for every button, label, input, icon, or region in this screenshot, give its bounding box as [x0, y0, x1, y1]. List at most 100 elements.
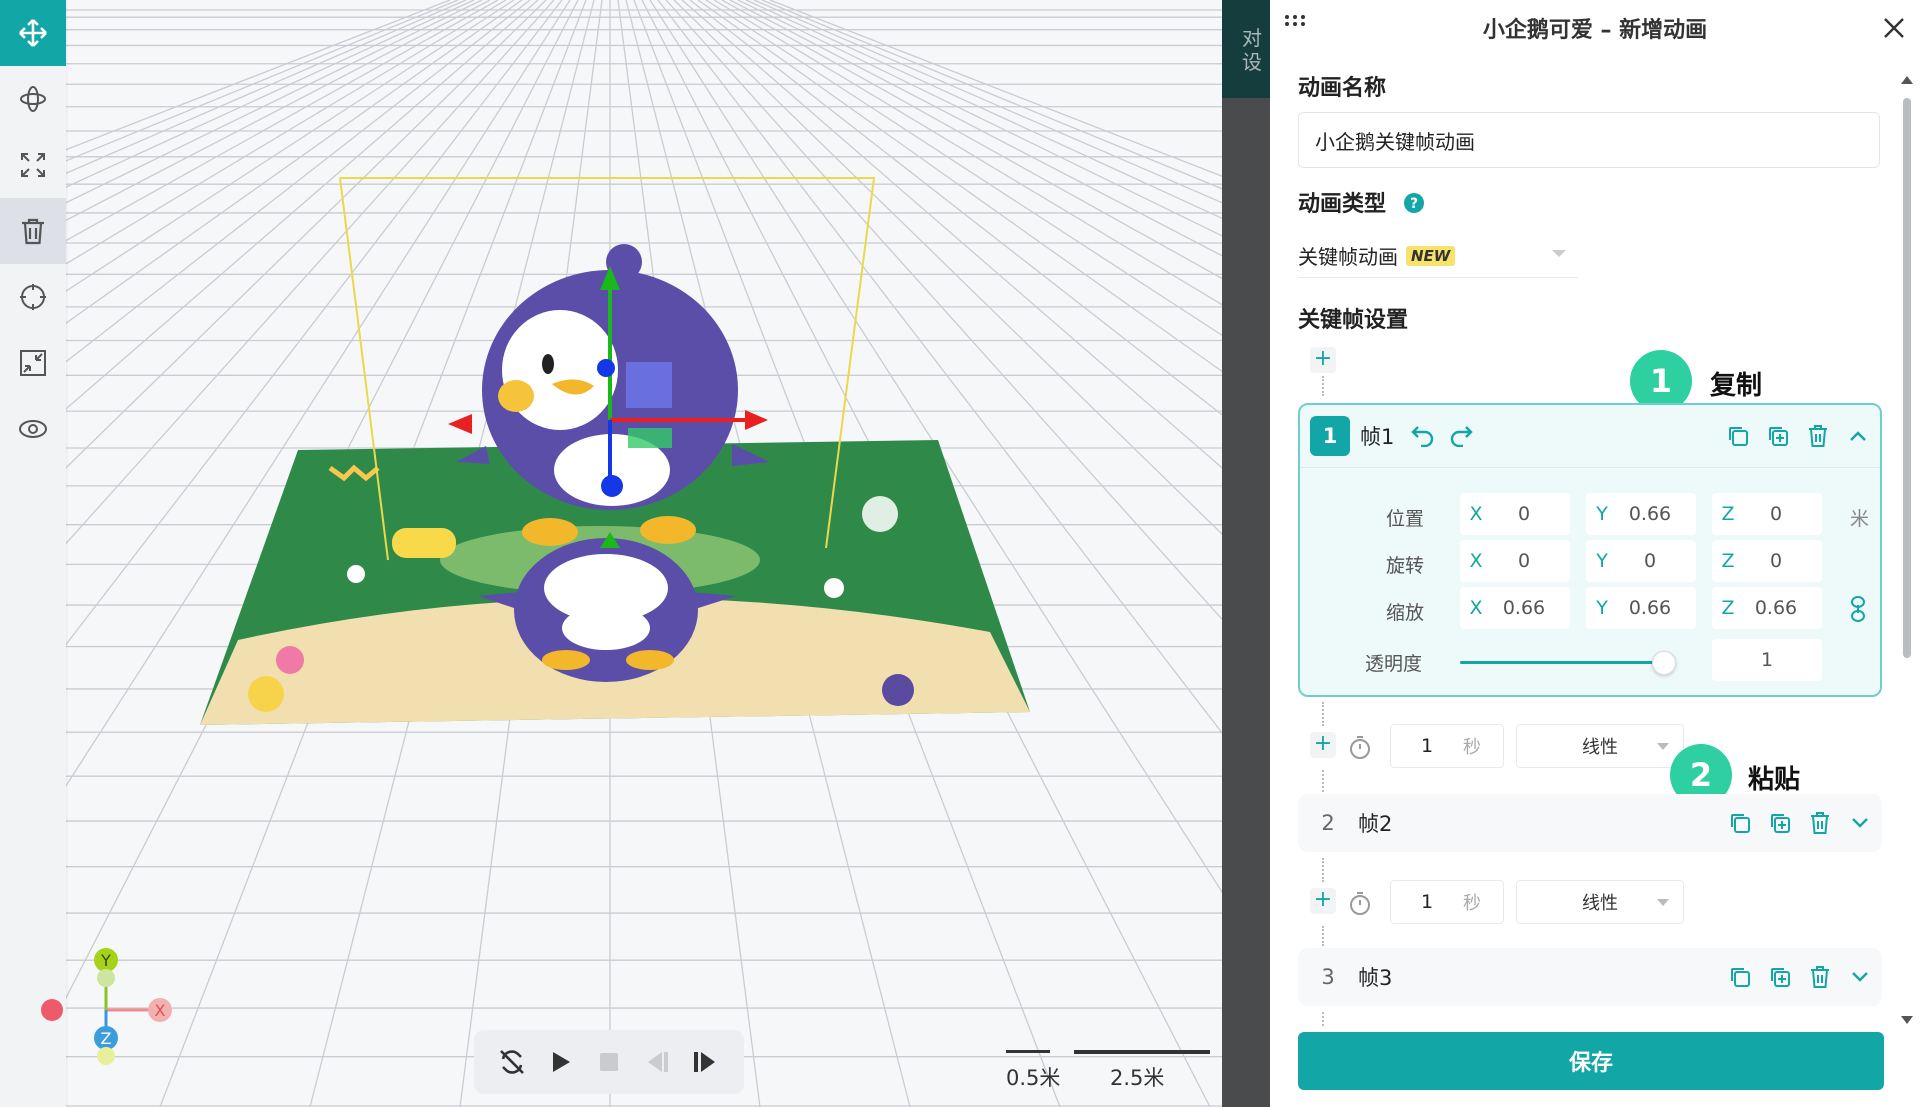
rotation-y-input[interactable]: Y0: [1586, 540, 1696, 582]
chevron-down-icon: [1852, 972, 1868, 982]
chevron-up-icon: [1850, 431, 1866, 441]
type-select-value: 关键帧动画: [1298, 245, 1398, 269]
stop-button[interactable]: [592, 1045, 626, 1079]
keyframe-name: 帧2: [1358, 812, 1393, 836]
keyframe-card-1[interactable]: 1 帧1 位置 X0 Y 0.66 Z0 米 旋转 X 0 Y 0 Z 0 缩放…: [1298, 403, 1882, 697]
expand-icon: [21, 153, 45, 177]
eye-icon: [19, 420, 47, 438]
axis-label: X: [1469, 550, 1483, 572]
step-back-button[interactable]: [640, 1045, 674, 1079]
scale-z-input[interactable]: Z 0.66: [1712, 587, 1822, 629]
step-forward-button[interactable]: [689, 1045, 723, 1079]
collapse-keyframe-button[interactable]: [1844, 422, 1872, 450]
3d-viewport[interactable]: Y X Z 0.5米 2.5米: [0, 0, 1222, 1107]
callout-copy: 复制: [1710, 371, 1763, 401]
svg-text:?: ?: [1410, 196, 1418, 212]
panel-backdrop: [1222, 0, 1270, 1107]
copy-keyframe-button[interactable]: [1724, 422, 1752, 450]
delete-tool-button[interactable]: [0, 198, 66, 264]
save-button[interactable]: 保存: [1298, 1032, 1884, 1090]
scale-label: 缩放: [1385, 602, 1424, 624]
keyframe-name: 帧3: [1358, 966, 1393, 990]
value: 0.66: [1628, 597, 1672, 619]
keyframe-number: 3: [1321, 965, 1335, 989]
rotate-tool-button[interactable]: [0, 66, 66, 132]
scale-y-input[interactable]: Y 0.66: [1586, 587, 1696, 629]
animation-name-input[interactable]: [1298, 112, 1880, 168]
move-icon: [19, 19, 47, 47]
help-icon[interactable]: ?: [1403, 193, 1424, 213]
side-tab-text: 设: [1242, 50, 1262, 74]
axis-label: X: [1469, 597, 1483, 619]
easing-select[interactable]: 线性: [1516, 880, 1684, 924]
close-button[interactable]: [1882, 16, 1906, 44]
keyframe-card-3[interactable]: 3 帧3: [1298, 948, 1882, 1006]
axis-y-label: Y: [100, 951, 111, 970]
unit: 秒: [1463, 893, 1481, 914]
copy-keyframe-button[interactable]: [1726, 809, 1754, 837]
copy-keyframe-button[interactable]: [1726, 963, 1754, 991]
panel-scrollbar[interactable]: [1898, 70, 1916, 1030]
position-z-input[interactable]: Z0: [1712, 493, 1822, 535]
slider-handle[interactable]: [1652, 651, 1676, 675]
paste-keyframe-button[interactable]: [1766, 963, 1794, 991]
animation-type-select[interactable]: 关键帧动画 NEW: [1298, 234, 1578, 278]
step-back-icon: [648, 1052, 669, 1072]
paste-keyframe-button[interactable]: [1766, 809, 1794, 837]
collapsed-side-tab[interactable]: 对 设: [1222, 0, 1270, 98]
fit-tool-button[interactable]: [0, 330, 66, 396]
opacity-label: 透明度: [1364, 653, 1422, 675]
duration-input[interactable]: 1秒: [1390, 880, 1504, 924]
undo-button[interactable]: [1410, 423, 1436, 451]
value: 0: [1517, 503, 1531, 525]
animation-panel: 小企鹅可爱 – 新增动画 动画名称 动画类型 ? 关键帧动画 NEW 关键帧设置…: [1270, 0, 1920, 1107]
redo-button[interactable]: [1448, 423, 1474, 451]
rotation-z-input[interactable]: Z0: [1712, 540, 1822, 582]
expand-keyframe-button[interactable]: [1846, 963, 1874, 991]
delete-keyframe-button[interactable]: [1806, 963, 1834, 991]
delete-keyframe-button[interactable]: [1804, 422, 1832, 450]
keyframe-settings-label: 关键帧设置: [1298, 308, 1409, 333]
play-button[interactable]: [544, 1045, 578, 1079]
value: 1: [1420, 735, 1434, 757]
value: 1: [1420, 891, 1434, 913]
lock-ratio-button[interactable]: [1848, 595, 1868, 627]
loop-off-icon: [500, 1050, 525, 1074]
insert-keyframe-button[interactable]: +: [1310, 888, 1336, 914]
chevron-down-icon: [1657, 899, 1669, 906]
scale-x-input[interactable]: X 0.66: [1460, 587, 1570, 629]
scale-indicator: 0.5米 2.5米: [990, 1040, 1220, 1090]
keyframe-header[interactable]: 1 帧1: [1300, 405, 1880, 467]
type-label-text: 动画类型: [1298, 192, 1387, 217]
scale-large-label: 2.5米: [1110, 1066, 1165, 1090]
easing-select[interactable]: 线性: [1516, 724, 1684, 768]
playback-controls: [474, 1030, 744, 1094]
expand-keyframe-button[interactable]: [1846, 809, 1874, 837]
loop-off-button[interactable]: [495, 1045, 529, 1079]
keyframe-number: 2: [1321, 811, 1335, 835]
callout-paste: 粘贴: [1748, 765, 1801, 795]
duration-input[interactable]: 1秒: [1390, 724, 1504, 768]
axis-label: Z: [1721, 550, 1735, 572]
rotation-x-input[interactable]: X0: [1460, 540, 1570, 582]
position-x-input[interactable]: X0: [1460, 493, 1570, 535]
visibility-tool-button[interactable]: [0, 396, 66, 462]
add-keyframe-button[interactable]: +: [1310, 347, 1336, 373]
position-y-input[interactable]: Y 0.66: [1586, 493, 1696, 535]
delete-keyframe-button[interactable]: [1806, 809, 1834, 837]
hi-bubble: [392, 528, 456, 558]
opacity-input[interactable]: 1: [1712, 639, 1822, 681]
unit: 秒: [1463, 737, 1481, 758]
opacity-slider[interactable]: [1460, 651, 1676, 675]
insert-keyframe-button[interactable]: +: [1310, 732, 1336, 758]
keyframe-card-2[interactable]: 2 帧2: [1298, 794, 1882, 852]
axis-orientation-gizmo[interactable]: Y X Z: [30, 940, 190, 1070]
easing-value: 线性: [1582, 893, 1618, 914]
value: 0: [1769, 550, 1783, 572]
move-tool-button[interactable]: [0, 0, 66, 66]
scale-tool-button[interactable]: [0, 132, 66, 198]
axis-x-label: X: [155, 1001, 166, 1020]
focus-tool-button[interactable]: [0, 264, 66, 330]
keyframe-actions: [1726, 963, 1874, 991]
paste-keyframe-button[interactable]: [1764, 422, 1792, 450]
